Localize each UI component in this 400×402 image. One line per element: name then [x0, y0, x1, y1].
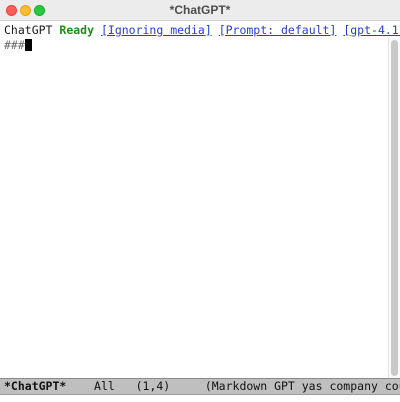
status-ready: Ready — [59, 23, 95, 37]
app-name: ChatGPT — [4, 23, 53, 37]
scrollbar-thumb[interactable] — [391, 40, 398, 376]
media-toggle-button[interactable]: [Ignoring media] — [101, 23, 212, 37]
model-select-button[interactable]: [gpt-4.1-mini — [343, 23, 400, 37]
modeline-modes[interactable]: (Markdown GPT yas company counsel — [205, 379, 400, 393]
buffer-text[interactable]: ### — [4, 38, 32, 52]
mode-line: *ChatGPT* All (1,4) (Markdown GPT yas co… — [0, 378, 400, 395]
close-window-button[interactable] — [6, 5, 17, 16]
modeline-position: All — [94, 379, 115, 393]
zoom-window-button[interactable] — [34, 5, 45, 16]
echo-area — [0, 395, 400, 402]
minimize-window-button[interactable] — [20, 5, 31, 16]
window-title: *ChatGPT* — [169, 3, 231, 17]
prompt-select-button[interactable]: [Prompt: default] — [219, 23, 337, 37]
header-line: ChatGPT Ready [Ignoring media] [Prompt: … — [0, 22, 400, 38]
title-bar: *ChatGPT* — [0, 0, 400, 21]
modeline-line-col: (1,4) — [135, 379, 171, 393]
vertical-scrollbar[interactable] — [388, 38, 400, 378]
chat-buffer[interactable]: ### — [0, 38, 388, 378]
modeline-buffer-name[interactable]: *ChatGPT* — [4, 379, 66, 393]
emacs-window: *ChatGPT* ChatGPT Ready [Ignoring media]… — [0, 0, 400, 402]
